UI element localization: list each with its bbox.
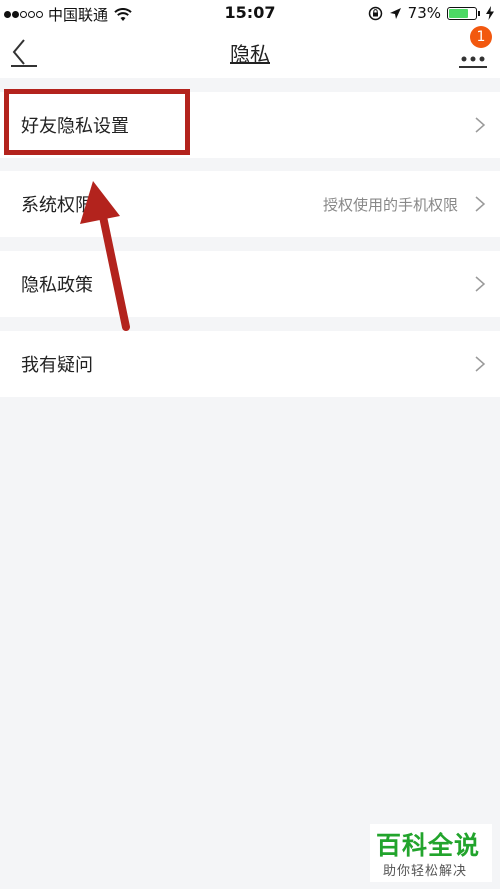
status-bar: 中国联通 15:07 73% [0,0,500,26]
chevron-right-icon [475,276,486,292]
battery-percent: 73% [407,4,441,22]
list-item-privacy-policy[interactable]: 隐私政策 [0,251,500,317]
rotation-lock-icon [368,6,382,20]
chevron-right-icon [475,117,486,133]
charging-bolt-icon [486,6,494,20]
back-button[interactable] [8,36,40,68]
item-label: 我有疑问 [21,355,93,376]
watermark-subtitle: 助你轻松解决 [383,864,468,879]
notification-badge: 1 [470,26,492,48]
location-arrow-icon [389,7,401,19]
page-title: 隐私 [230,42,270,66]
list-group-2: 系统权限 授权使用的手机权限 [0,171,500,237]
item-label: 系统权限 [21,195,93,216]
chevron-right-icon [475,356,486,372]
battery-level-fill [449,8,468,18]
list-group-3: 隐私政策 [0,251,500,317]
list-item-friend-privacy[interactable]: 好友隐私设置 [0,92,500,158]
watermark-logo: 百科全说 助你轻松解决 [370,824,492,882]
item-value: 授权使用的手机权限 [322,196,458,214]
status-right: 73% [362,4,494,22]
list-item-questions[interactable]: 我有疑问 [0,331,500,397]
nav-bar: 隐私 1 [0,26,500,78]
list-group-1: 好友隐私设置 [0,92,500,158]
watermark-title: 百科全说 [376,831,481,860]
battery-icon [447,6,477,20]
list-group-4: 我有疑问 [0,331,500,397]
back-arrow-icon [11,39,37,67]
list-item-system-permissions[interactable]: 系统权限 授权使用的手机权限 [0,171,500,237]
chevron-right-icon [475,196,486,212]
item-label: 隐私政策 [21,275,93,296]
battery-tip [478,10,480,16]
item-label: 好友隐私设置 [21,116,129,137]
